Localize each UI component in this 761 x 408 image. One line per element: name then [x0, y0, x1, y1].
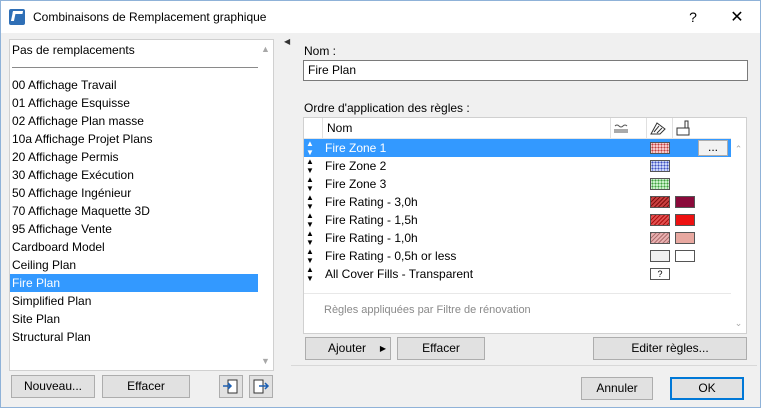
list-item[interactable]: 20 Affichage Permis	[10, 148, 260, 166]
list-item[interactable]: Simplified Plan	[10, 292, 260, 310]
list-item[interactable]: Cardboard Model	[10, 238, 260, 256]
new-button[interactable]: Nouveau...	[11, 375, 95, 398]
list-separator	[12, 67, 258, 68]
rule-row[interactable]: ▲ ▼ All Cover Fills - Transparent?	[304, 265, 732, 283]
fill-swatch[interactable]	[650, 214, 670, 226]
column-renovation-icon[interactable]	[610, 118, 646, 138]
list-item[interactable]: 01 Affichage Esquisse	[10, 94, 260, 112]
name-input[interactable]: Fire Plan	[303, 60, 748, 81]
combination-list[interactable]: Pas de remplacements 00 Affichage Travai…	[9, 39, 274, 371]
list-item[interactable]: 30 Affichage Exécution	[10, 166, 260, 184]
scroll-down-icon[interactable]: ▼	[260, 356, 271, 366]
rule-row[interactable]: ▲ ▼ Fire Rating - 0,5h or less	[304, 247, 732, 265]
fill-swatch[interactable]: ?	[650, 268, 670, 280]
background-swatch[interactable]	[675, 214, 695, 226]
rules-table: Nom ▲ ▼ Fire Zone 1... ▲ ▼ Fire Zone 2 ▲ ▼ Fire …	[303, 117, 747, 334]
window-title: Combinaisons de Remplacement graphique	[33, 10, 267, 24]
rule-row[interactable]: ▲ ▼ Fire Zone 3	[304, 175, 732, 193]
rule-name: Fire Zone 1	[325, 141, 387, 155]
rule-row[interactable]: ▲ ▼ Fire Rating - 1,0h	[304, 229, 732, 247]
dialog-window: Combinaisons de Remplacement graphique ?…	[0, 0, 761, 408]
fill-swatch[interactable]	[650, 196, 670, 208]
rule-name: Fire Zone 2	[325, 159, 387, 173]
renovation-separator	[304, 293, 732, 294]
list-item[interactable]: 10a Affichage Projet Plans	[10, 130, 260, 148]
rule-name: Fire Zone 3	[325, 177, 387, 191]
list-item[interactable]: Fire Plan	[10, 274, 260, 292]
rule-name: Fire Rating - 1,5h	[325, 213, 418, 227]
column-background-icon[interactable]	[672, 118, 698, 138]
export-icon[interactable]	[249, 375, 273, 398]
reorder-handle-icon[interactable]: ▲ ▼	[306, 175, 314, 193]
rules-label: Ordre d'application des règles :	[304, 101, 470, 115]
import-icon[interactable]	[219, 375, 243, 398]
rule-name: Fire Rating - 1,0h	[325, 231, 418, 245]
cancel-button[interactable]: Annuler	[581, 377, 653, 400]
title-bar: Combinaisons de Remplacement graphique ?…	[1, 1, 760, 33]
rules-scroll-up-icon[interactable]: ⌃	[733, 144, 744, 155]
ellipsis-button[interactable]: ...	[698, 140, 728, 156]
edit-rules-button[interactable]: Editer règles...	[593, 337, 747, 360]
reorder-handle-icon[interactable]: ▲ ▼	[306, 265, 314, 283]
list-item[interactable]: 02 Affichage Plan masse	[10, 112, 260, 130]
reorder-handle-icon[interactable]: ▲ ▼	[306, 139, 314, 157]
list-item[interactable]: 95 Affichage Vente	[10, 220, 260, 238]
reorder-handle-icon[interactable]: ▲ ▼	[306, 247, 314, 265]
scroll-up-icon[interactable]: ▲	[260, 44, 271, 54]
delete-rule-button[interactable]: Effacer	[397, 337, 485, 360]
rule-row[interactable]: ▲ ▼ Fire Rating - 3,0h	[304, 193, 732, 211]
fill-swatch[interactable]	[650, 250, 670, 262]
rules-scroll-down-icon[interactable]: ⌄	[733, 318, 744, 329]
column-name[interactable]: Nom	[322, 118, 610, 138]
app-icon	[9, 9, 25, 25]
reorder-handle-icon[interactable]: ▲ ▼	[306, 229, 314, 247]
fill-swatch[interactable]	[650, 160, 670, 172]
column-fill-icon[interactable]	[646, 118, 672, 138]
help-button[interactable]: ?	[685, 9, 701, 25]
rule-row[interactable]: ▲ ▼ Fire Zone 2	[304, 157, 732, 175]
reorder-handle-icon[interactable]: ▲ ▼	[306, 157, 314, 175]
rule-name: All Cover Fills - Transparent	[325, 267, 474, 281]
delete-combination-button[interactable]: Effacer	[102, 375, 190, 398]
background-swatch[interactable]	[675, 250, 695, 262]
add-rule-label: Ajouter	[328, 341, 367, 355]
renovation-rules-text: Règles appliquées par Filtre de rénovati…	[324, 304, 531, 316]
rules-header: Nom	[304, 118, 732, 139]
list-item[interactable]: 70 Affichage Maquette 3D	[10, 202, 260, 220]
list-item[interactable]: Ceiling Plan	[10, 256, 260, 274]
collapse-arrow-icon[interactable]: ◀	[284, 37, 290, 46]
add-dropdown-arrow-icon: ▶	[379, 344, 386, 353]
background-swatch[interactable]	[675, 232, 695, 244]
close-button[interactable]: ✕	[729, 7, 745, 27]
list-item[interactable]: 50 Affichage Ingénieur	[10, 184, 260, 202]
rules-scrollbar[interactable]: ⌃ ⌄	[731, 118, 746, 333]
rule-row[interactable]: ▲ ▼ Fire Rating - 1,5h	[304, 211, 732, 229]
rule-name: Fire Rating - 3,0h	[325, 195, 418, 209]
rule-row[interactable]: ▲ ▼ Fire Zone 1...	[304, 139, 732, 157]
left-scrollbar[interactable]: ▲ ▼	[258, 40, 273, 370]
list-item[interactable]: Site Plan	[10, 310, 260, 328]
add-rule-button[interactable]: Ajouter ▶	[305, 337, 391, 360]
fill-swatch[interactable]	[650, 142, 670, 154]
rule-name: Fire Rating - 0,5h or less	[325, 249, 457, 263]
name-label: Nom :	[304, 44, 337, 58]
fill-swatch[interactable]	[650, 232, 670, 244]
list-item[interactable]: 00 Affichage Travail	[10, 76, 260, 94]
background-swatch[interactable]	[675, 196, 695, 208]
reorder-handle-icon[interactable]: ▲ ▼	[306, 211, 314, 229]
fill-swatch[interactable]	[650, 178, 670, 190]
ok-button[interactable]: OK	[670, 377, 744, 400]
list-item-none[interactable]: Pas de remplacements	[10, 41, 260, 59]
footer-separator	[291, 365, 757, 366]
reorder-handle-icon[interactable]: ▲ ▼	[306, 193, 314, 211]
list-item[interactable]: Structural Plan	[10, 328, 260, 346]
